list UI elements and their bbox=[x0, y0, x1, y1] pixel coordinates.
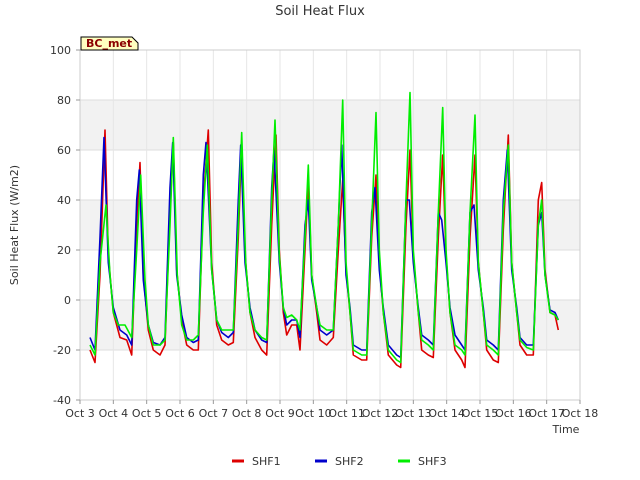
y-axis-label: Soil Heat Flux (W/m2) bbox=[8, 165, 21, 285]
x-axis-label: Time bbox=[552, 423, 580, 436]
legend-label-shf3: SHF3 bbox=[418, 455, 447, 468]
y-tick-label: 0 bbox=[64, 294, 71, 307]
y-tick-label: 40 bbox=[57, 194, 71, 207]
y-tick-label: 60 bbox=[57, 144, 71, 157]
x-tick-label: Oct 17 bbox=[528, 407, 565, 420]
x-tick-label: Oct 14 bbox=[428, 407, 465, 420]
x-tick-label: Oct 9 bbox=[265, 407, 295, 420]
plot-band bbox=[80, 50, 580, 100]
x-tick-label: Oct 15 bbox=[462, 407, 499, 420]
plot-background-bands bbox=[80, 50, 580, 400]
y-tick-label: -40 bbox=[53, 394, 71, 407]
x-tick-label: Oct 10 bbox=[295, 407, 332, 420]
soil-heat-flux-chart: -40 -20 0 20 40 60 80 100 Oct 3 Oct 4 Oct 5 Oct 6 O… bbox=[0, 0, 640, 480]
site-badge: BC_met bbox=[80, 36, 139, 51]
x-tick-label: Oct 5 bbox=[132, 407, 162, 420]
plot-band bbox=[80, 250, 580, 300]
x-tick-label: Oct 11 bbox=[328, 407, 365, 420]
y-tick-label: 20 bbox=[57, 244, 71, 257]
x-tick-label: Oct 13 bbox=[395, 407, 432, 420]
x-tick-label: Oct 16 bbox=[495, 407, 532, 420]
x-tick-label: Oct 6 bbox=[165, 407, 195, 420]
x-tick-label: Oct 18 bbox=[562, 407, 599, 420]
x-tick-label: Oct 3 bbox=[65, 407, 95, 420]
plot-band bbox=[80, 100, 580, 150]
x-tick-label: Oct 7 bbox=[199, 407, 229, 420]
x-tick-label: Oct 12 bbox=[362, 407, 399, 420]
plot-band bbox=[80, 350, 580, 400]
y-tick-label: 100 bbox=[50, 44, 71, 57]
x-tick-label: Oct 8 bbox=[232, 407, 262, 420]
y-tick-label: 80 bbox=[57, 94, 71, 107]
chart-title: Soil Heat Flux bbox=[275, 4, 365, 19]
site-badge-label: BC_met bbox=[86, 37, 132, 50]
legend-label-shf2: SHF2 bbox=[335, 455, 364, 468]
y-tick-label: -20 bbox=[53, 344, 71, 357]
legend-label-shf1: SHF1 bbox=[252, 455, 281, 468]
x-tick-label: Oct 4 bbox=[99, 407, 129, 420]
